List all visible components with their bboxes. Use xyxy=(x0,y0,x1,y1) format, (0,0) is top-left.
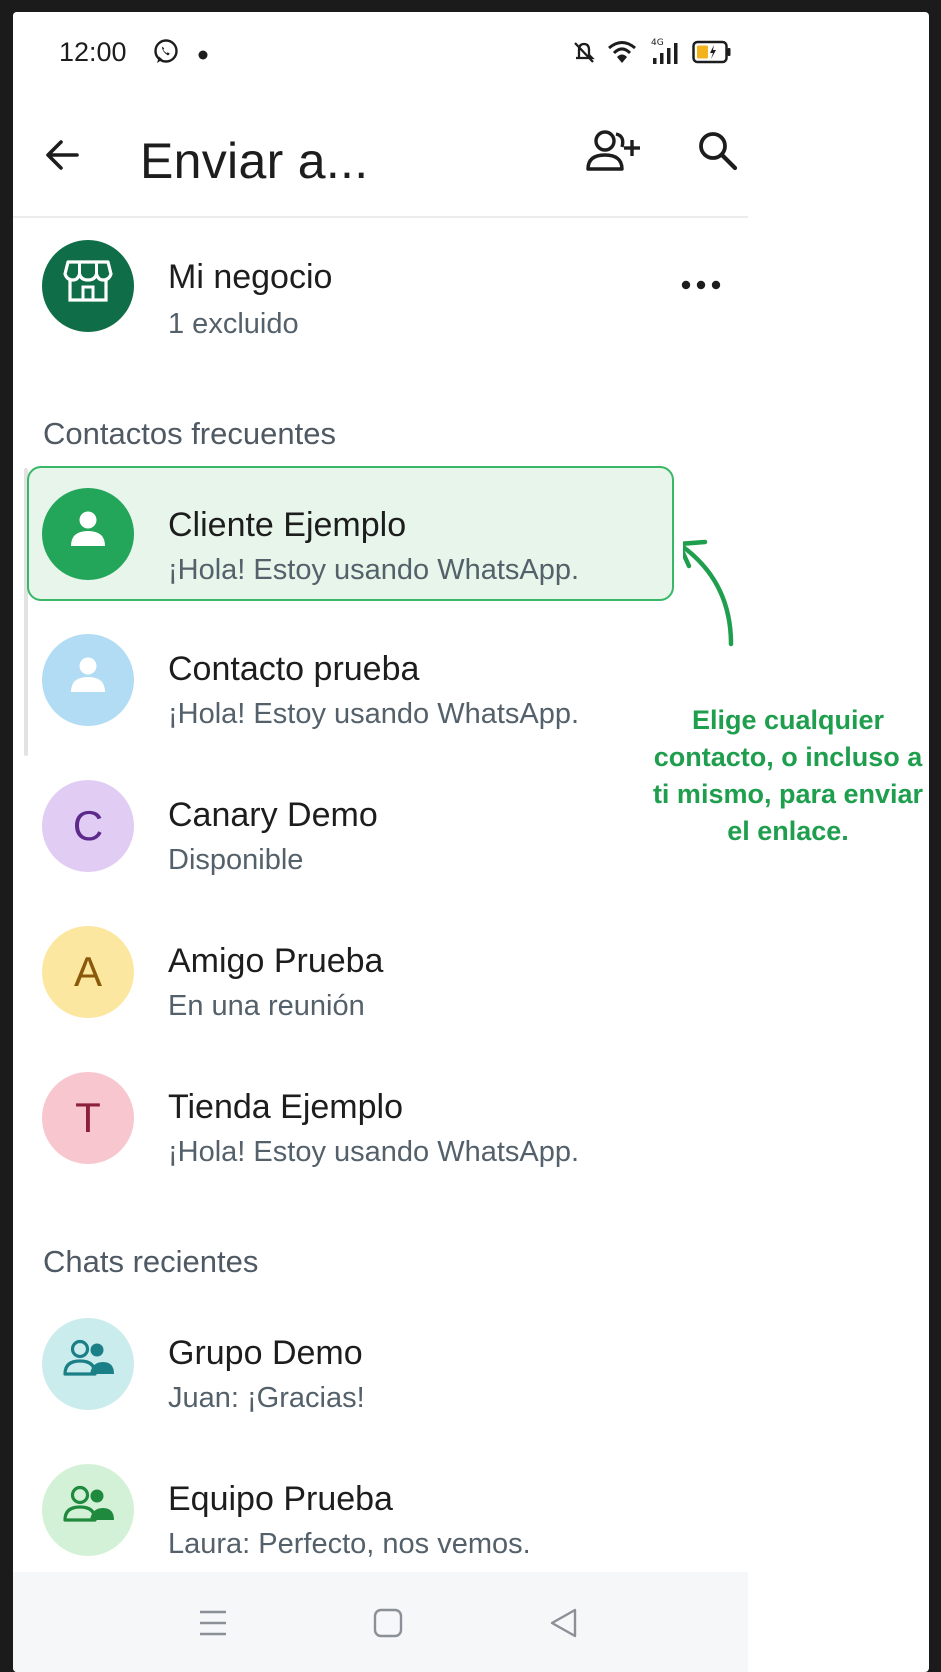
business-row[interactable]: Mi negocio 1 excluido xyxy=(13,216,748,346)
contact-status: ¡Hola! Estoy usando WhatsApp. xyxy=(168,554,580,586)
contact-name: Contacto prueba xyxy=(168,650,420,688)
back-triangle-icon[interactable] xyxy=(549,1607,579,1644)
section-header-recent: Chats recientes xyxy=(43,1244,259,1279)
menu-icon[interactable] xyxy=(198,1609,228,1642)
contact-avatar xyxy=(42,634,134,726)
chat-last-message: Laura: Perfecto, nos vemos. xyxy=(168,1528,531,1560)
device-screen: 12:00 4G Enviar a... Mi negocio 1 exclui… xyxy=(13,12,929,1672)
business-name: Mi negocio xyxy=(168,258,333,296)
contact-avatar: T xyxy=(42,1072,134,1164)
page-title: Enviar a... xyxy=(140,133,369,189)
contact-avatar: A xyxy=(42,926,134,1018)
contact-row[interactable]: Cliente Ejemplo ¡Hola! Estoy usando What… xyxy=(13,466,748,596)
contact-row[interactable]: T Tienda Ejemplo ¡Hola! Estoy usando Wha… xyxy=(13,1050,748,1180)
group-icon xyxy=(60,1338,116,1390)
dot-icon xyxy=(198,47,208,65)
business-subtitle: 1 excluido xyxy=(168,308,299,340)
navigation-bar xyxy=(13,1572,748,1672)
contact-row[interactable]: C Canary Demo Disponible xyxy=(13,758,748,888)
wifi-icon xyxy=(607,39,637,70)
section-header-frequent: Contactos frecuentes xyxy=(43,416,336,451)
annotation-text: Elige cualquier contacto, o incluso a ti… xyxy=(652,705,924,846)
status-time: 12:00 xyxy=(59,37,127,67)
contact-status: ¡Hola! Estoy usando WhatsApp. xyxy=(168,698,580,730)
person-icon xyxy=(67,508,109,560)
store-icon xyxy=(63,258,113,314)
status-bar: 12:00 4G xyxy=(13,12,748,94)
contact-name: Tienda Ejemplo xyxy=(168,1088,403,1126)
more-horizontal-icon xyxy=(681,277,721,295)
back-arrow-icon[interactable] xyxy=(41,134,83,181)
contact-avatar xyxy=(42,488,134,580)
contact-status: ¡Hola! Estoy usando WhatsApp. xyxy=(168,1136,580,1168)
group-icon xyxy=(60,1484,116,1536)
chat-row[interactable]: Equipo Prueba Laura: Perfecto, nos vemos… xyxy=(13,1442,748,1572)
contact-name: Cliente Ejemplo xyxy=(168,506,407,544)
mute-icon xyxy=(571,39,597,70)
add-contact-icon[interactable] xyxy=(583,128,643,181)
contact-row[interactable]: A Amigo Prueba En una reunión xyxy=(13,904,748,1034)
chat-name: Grupo Demo xyxy=(168,1334,363,1372)
home-square-icon[interactable] xyxy=(373,1608,403,1643)
business-avatar xyxy=(42,240,134,332)
svg-text:4G: 4G xyxy=(651,38,664,48)
whatsapp-screen: 12:00 4G Enviar a... Mi negocio 1 exclui… xyxy=(13,12,748,1672)
person-icon xyxy=(67,654,109,706)
chat-row[interactable]: Grupo Demo Juan: ¡Gracias! xyxy=(13,1296,748,1426)
annotation-arrow-icon xyxy=(683,539,734,647)
contact-status: En una reunión xyxy=(168,990,365,1022)
contact-name: Amigo Prueba xyxy=(168,942,384,980)
search-icon[interactable] xyxy=(696,129,740,178)
whatsapp-icon xyxy=(152,38,180,71)
contact-avatar: C xyxy=(42,780,134,872)
chat-last-message: Juan: ¡Gracias! xyxy=(168,1382,365,1414)
chat-avatar xyxy=(42,1464,134,1556)
chat-name: Equipo Prueba xyxy=(168,1480,393,1518)
app-bar: Enviar a... xyxy=(13,94,748,218)
contact-name: Canary Demo xyxy=(168,796,378,834)
contact-row[interactable]: Contacto prueba ¡Hola! Estoy usando What… xyxy=(13,612,748,742)
chat-avatar xyxy=(42,1318,134,1410)
contact-status: Disponible xyxy=(168,844,304,876)
battery-icon xyxy=(692,40,732,69)
more-options-button[interactable] xyxy=(673,266,729,306)
signal-icon: 4G xyxy=(651,36,681,71)
